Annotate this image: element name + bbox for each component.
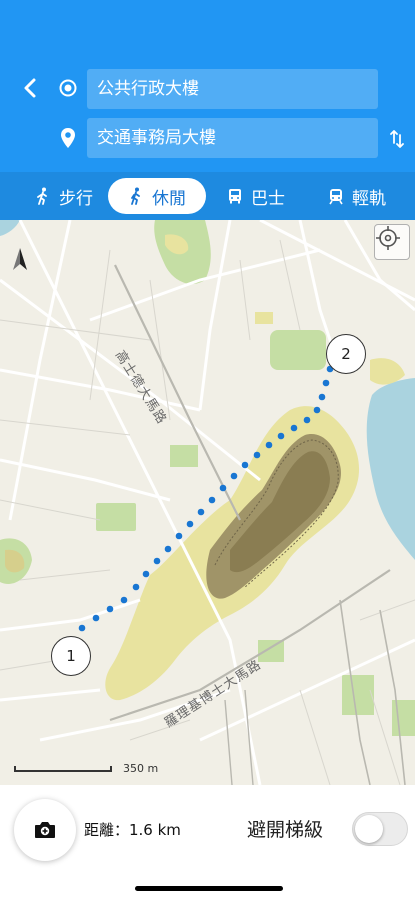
walk-icon	[37, 187, 47, 205]
transport-mode-bar: 步行 休閒 巴士 輕軌	[0, 172, 415, 220]
avoid-stairs-toggle[interactable]	[352, 812, 408, 846]
tab-light-rail-label: 輕軌	[352, 188, 386, 209]
home-indicator	[135, 886, 283, 891]
route-map[interactable]: 高士德大馬路 羅理基博士大馬路 1 2 350 m	[0, 220, 415, 785]
swap-route-button[interactable]	[384, 126, 410, 152]
walk-leisure-icon	[131, 187, 140, 205]
origin-field[interactable]: 公共行政大樓	[87, 69, 378, 109]
back-button[interactable]	[16, 74, 44, 102]
end-marker[interactable]: 2	[326, 334, 366, 374]
north-arrow-icon[interactable]	[10, 246, 30, 272]
origin-icon	[56, 76, 80, 100]
camera-icon	[35, 822, 55, 838]
map-scale-label: 350 m	[123, 762, 159, 775]
crosshair-icon	[376, 226, 400, 250]
map-scale-bar	[14, 766, 112, 772]
start-marker[interactable]: 1	[51, 636, 91, 676]
destination-field[interactable]: 交通事務局大樓	[87, 118, 378, 158]
toggle-knob	[355, 815, 383, 843]
location-pin-icon	[56, 126, 80, 150]
light-rail-icon	[329, 189, 343, 205]
camera-button[interactable]	[14, 799, 76, 861]
tab-walk-label: 步行	[59, 188, 93, 209]
bus-icon	[229, 189, 241, 204]
tab-leisure[interactable]: 休閒	[108, 178, 206, 214]
tab-light-rail[interactable]: 輕軌	[312, 178, 402, 214]
chevron-left-icon	[24, 78, 36, 98]
tab-bus-label: 巴士	[251, 188, 285, 209]
avoid-stairs-label: 避開梯級	[247, 819, 324, 841]
locate-me-button[interactable]	[374, 224, 410, 260]
route-distance: 距離：1.6 km	[84, 821, 181, 839]
tab-leisure-label: 休閒	[152, 188, 186, 209]
tab-walk[interactable]: 步行	[24, 178, 104, 214]
tab-bus[interactable]: 巴士	[212, 178, 300, 214]
route-footer: 距離：1.6 km 避開梯級	[0, 785, 415, 900]
swap-arrows-icon	[390, 130, 404, 148]
